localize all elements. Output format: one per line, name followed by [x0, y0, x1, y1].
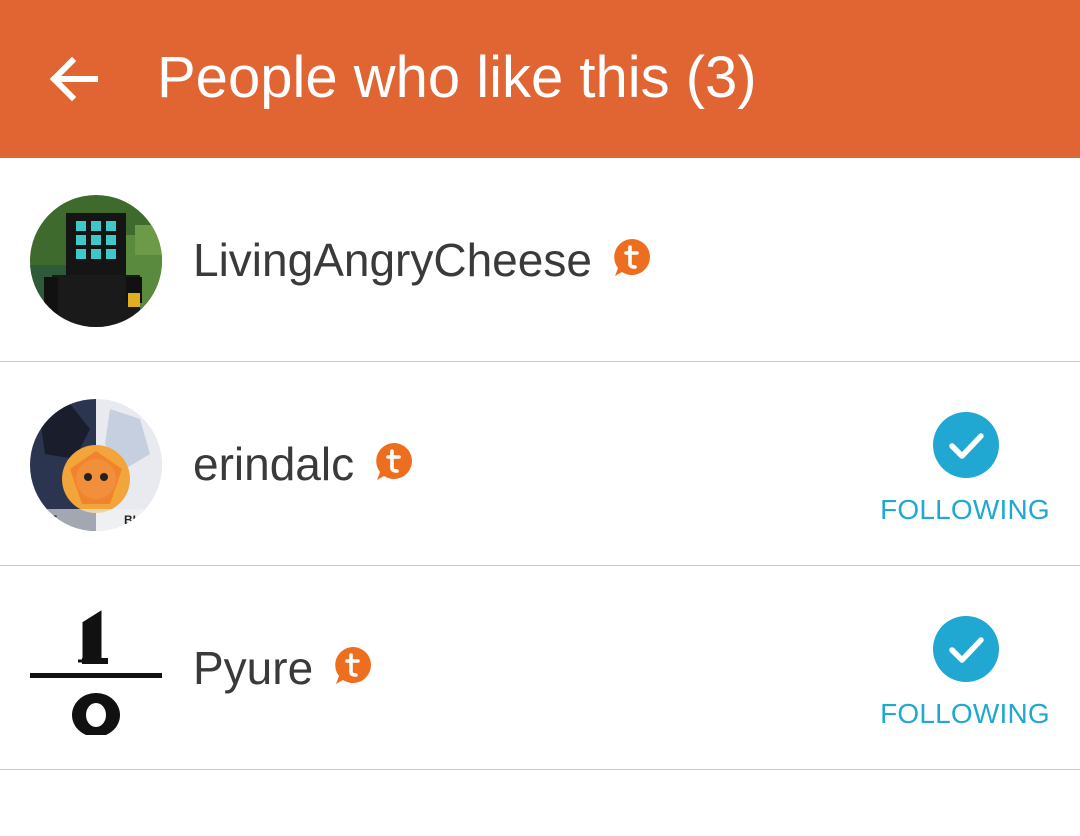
following-label: FOLLOWING	[880, 494, 1050, 525]
avatar[interactable]	[30, 603, 162, 735]
user-name-group: erindalc	[193, 432, 414, 496]
arrow-left-icon	[49, 56, 98, 102]
following-button[interactable]: FOLLOWING	[880, 616, 1050, 729]
following-button[interactable]: FOLLOWING	[880, 412, 1050, 525]
avatar[interactable]: TE BL	[30, 399, 162, 531]
list-item[interactable]: LivingAngryCheese	[0, 158, 1080, 362]
check-circle-icon	[933, 412, 999, 478]
svg-text:TE: TE	[42, 513, 57, 527]
list-item[interactable]: TE BL erindalc FOLLOWING	[0, 362, 1080, 566]
svg-text:BL: BL	[124, 513, 140, 527]
list-item[interactable]: Pyure FOLLOWING	[0, 566, 1080, 770]
app-bar: People who like this (3)	[0, 0, 1080, 158]
tumblr-chat-icon	[335, 647, 372, 684]
check-circle-icon	[933, 616, 999, 682]
tumblr-chat-icon	[614, 239, 650, 276]
user-name[interactable]: erindalc	[193, 432, 354, 496]
tumblr-chat-icon	[376, 443, 413, 480]
user-name[interactable]: LivingAngryCheese	[193, 228, 592, 292]
back-button[interactable]	[30, 36, 116, 122]
page-title: People who like this (3)	[157, 45, 757, 110]
user-name-group: LivingAngryCheese	[193, 228, 652, 292]
user-name[interactable]: Pyure	[193, 636, 313, 700]
following-label: FOLLOWING	[880, 698, 1050, 729]
avatar[interactable]	[30, 195, 162, 327]
user-name-group: Pyure	[193, 636, 373, 700]
